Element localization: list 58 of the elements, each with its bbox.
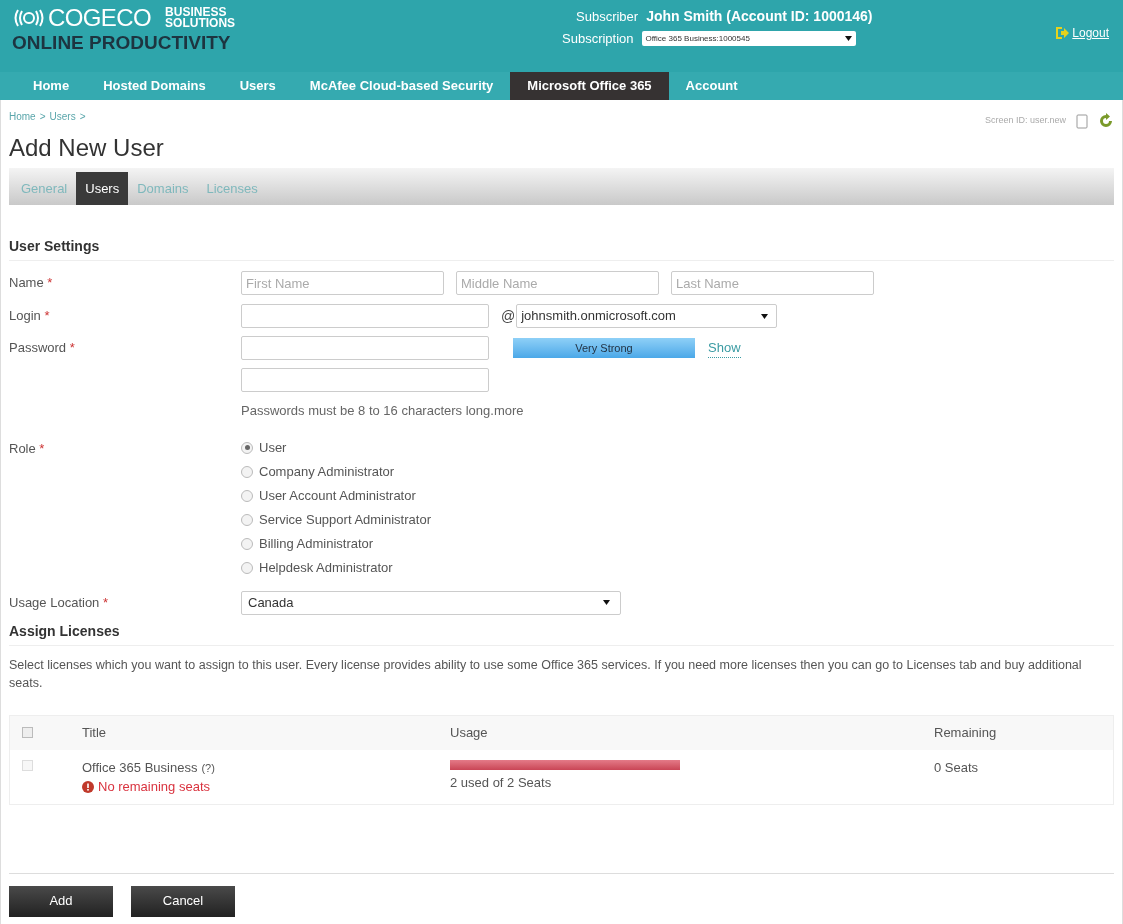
at-sign: @ (501, 306, 516, 326)
password-field[interactable] (241, 336, 489, 360)
name-field[interactable]: Last Name (671, 271, 874, 295)
subscriber-label: Subscriber (576, 8, 639, 26)
name-field[interactable]: Middle Name (456, 271, 659, 295)
more-link[interactable]: more (493, 403, 524, 418)
action-button[interactable]: Add (9, 885, 113, 917)
screen-id: Screen ID: user.new (984, 114, 1066, 128)
caret-icon (603, 600, 610, 605)
password-hint: Passwords must be 8 to 16 characters long.more (241, 402, 524, 420)
login-field[interactable] (241, 304, 489, 328)
licenses-description: Select licenses which you want to assign to this user. Every license provides ability to use some Office 365 services. If you need more licenses then you can go to Licenses tab and buy additional seats. (9, 656, 1083, 692)
warning-icon (82, 780, 94, 793)
field-label: Role * (9, 440, 45, 456)
section-heading: Assign Licenses (9, 620, 1114, 646)
logo-subtitle: BUSINESS (165, 7, 227, 18)
domain-select[interactable]: johnsmith.onmicrosoft.com (516, 304, 778, 328)
caret-icon (844, 36, 852, 42)
logo-text: COGECO (48, 6, 152, 30)
column-header: Usage (450, 724, 488, 740)
subscriber-name: John Smith (Account ID: 1000146) (646, 7, 873, 26)
section-heading: User Settings (9, 236, 1114, 261)
license-title: Office 365 Business (82, 758, 198, 777)
subscription-label: Subscription (562, 30, 634, 48)
page-title: Add New User (9, 133, 165, 163)
subscription-select[interactable]: Office 365 Business:1000545 (641, 31, 856, 47)
field-label: Usage Location * (9, 594, 108, 610)
role-radio[interactable]: Company Administrator (241, 462, 431, 481)
role-radio[interactable]: User Account Administrator (241, 486, 431, 505)
tab[interactable]: Users (76, 172, 129, 205)
column-header: Title (82, 724, 107, 740)
field-label: Password * (9, 340, 75, 356)
column-header: Remaining (934, 724, 997, 740)
breadcrumb-separator: > (79, 110, 86, 124)
refresh-icon[interactable] (1098, 113, 1114, 129)
usage-location-select[interactable]: Canada (241, 590, 621, 615)
field-label: Login * (9, 308, 50, 324)
name-field[interactable]: First Name (241, 271, 444, 295)
logo-icon (12, 8, 46, 28)
confirm-password-field[interactable] (241, 368, 489, 392)
document-icon[interactable] (1076, 113, 1088, 129)
remaining-seats: 0 Seats (934, 759, 979, 775)
password-strength-meter: Very Strong (513, 338, 695, 358)
warning-text: No remaining seats (98, 778, 210, 796)
caret-icon (761, 313, 769, 319)
logout-icon (1055, 26, 1070, 40)
role-radio[interactable]: Helpdesk Administrator (241, 558, 431, 577)
role-radio[interactable]: Billing Administrator (241, 534, 431, 553)
role-radio[interactable]: User (241, 438, 431, 457)
role-radio[interactable]: Service Support Administrator (241, 510, 431, 529)
checkbox[interactable] (22, 727, 33, 738)
product-name: ONLINE PRODUCTIVITY (12, 33, 232, 52)
breadcrumb-separator: > (39, 110, 46, 124)
field-label: Name * (9, 275, 53, 291)
usage-text: 2 used of 2 Seats (450, 773, 553, 792)
nav-tab[interactable]: Microsoft Office 365 (510, 72, 669, 100)
logo-subtitle: SOLUTIONS (165, 18, 236, 29)
action-button[interactable]: Cancel (131, 885, 235, 917)
